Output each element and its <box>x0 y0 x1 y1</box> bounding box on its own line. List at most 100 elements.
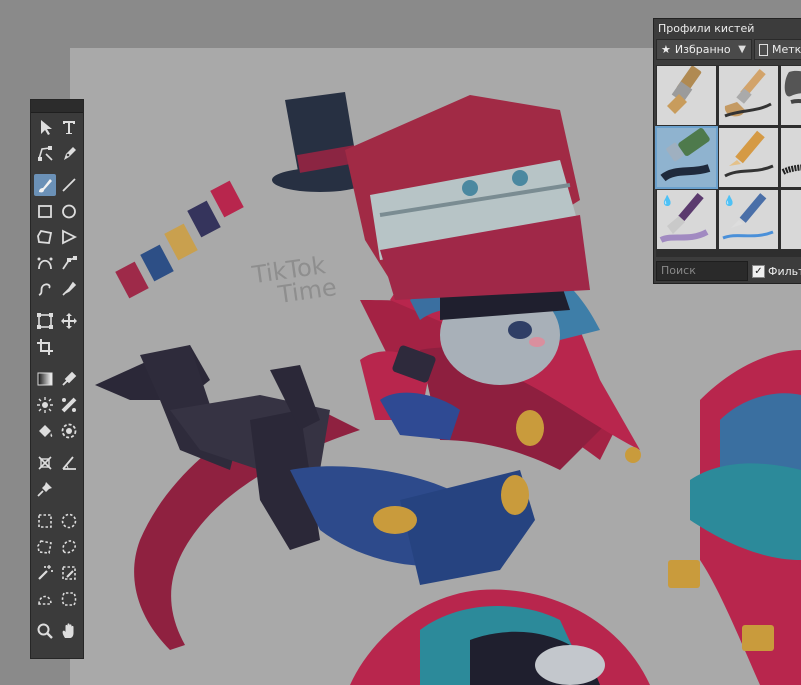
freehand-select-icon <box>62 540 76 554</box>
pen-tool[interactable] <box>58 142 80 164</box>
pan-move-tool[interactable] <box>58 310 80 332</box>
brush-preset-9[interactable]: 💧 <box>781 190 801 249</box>
search-input[interactable]: Поиск <box>656 261 748 281</box>
bezier-select-tool[interactable] <box>34 588 56 610</box>
zoom-icon <box>37 623 53 639</box>
colorize-icon <box>61 397 77 413</box>
magnetic-select-icon <box>61 592 77 606</box>
hand-icon <box>62 623 74 638</box>
polygon-select-tool[interactable] <box>34 536 56 558</box>
bezier-icon <box>37 257 53 270</box>
tags-label: Метк <box>772 43 801 56</box>
palette-swatch <box>164 223 198 261</box>
reference-images-tool[interactable] <box>34 478 56 500</box>
ink-pen-icon: 💧 <box>722 193 774 240</box>
freehand-select-tool[interactable] <box>58 536 80 558</box>
palette-swatch <box>210 180 244 218</box>
hand-tool[interactable] <box>58 620 80 642</box>
tags-dropdown[interactable]: Метк <box>754 39 801 60</box>
panel-title: Профили кистей <box>658 22 755 35</box>
gradient-tool[interactable] <box>34 368 56 390</box>
ellipse-select-tool[interactable] <box>58 510 80 532</box>
toolbox-grip[interactable] <box>31 100 83 113</box>
brush-preset-5[interactable] <box>719 128 778 187</box>
tag-icon <box>759 43 768 56</box>
secondary-character-drawing <box>668 350 801 685</box>
measure-tool[interactable] <box>58 452 80 474</box>
crop-icon <box>37 339 53 355</box>
brush-preset-1[interactable] <box>657 66 716 125</box>
enclose-fill-tool[interactable] <box>58 420 80 442</box>
paint-bucket-icon <box>39 425 53 437</box>
text-icon <box>63 121 75 134</box>
color-palette <box>115 180 244 299</box>
crop-tool[interactable] <box>34 336 56 358</box>
fill-tool[interactable] <box>34 420 56 442</box>
smart-patch-tool[interactable] <box>34 394 56 416</box>
eraser-icon <box>660 128 711 182</box>
round-brush-icon <box>724 68 772 118</box>
freehand-path-tool[interactable] <box>34 278 56 300</box>
brush-preset-8[interactable]: 💧 <box>719 190 778 249</box>
line-icon <box>62 178 76 192</box>
polyline-tool[interactable] <box>58 226 80 248</box>
brush-preset-7[interactable]: 💧 <box>657 190 716 249</box>
pen-nib-icon <box>64 147 76 160</box>
eyedropper-icon <box>62 371 77 386</box>
polyline-icon <box>62 229 78 245</box>
smudge-icon <box>784 70 801 104</box>
wet-brush-icon: 💧 <box>781 190 801 249</box>
filter-label: Фильт <box>768 264 801 278</box>
character-drawing <box>95 92 641 650</box>
rectangle-tool[interactable] <box>34 200 56 222</box>
brush-preset-2[interactable] <box>719 66 778 125</box>
freehand-path-icon <box>38 283 51 296</box>
flat-brush-icon <box>667 66 702 114</box>
palette-swatch <box>140 244 174 282</box>
charcoal-icon <box>781 164 801 175</box>
brush-preset-grid: 💧 💧 💧 <box>655 65 801 257</box>
path-tool[interactable] <box>58 252 80 274</box>
zoom-tool[interactable] <box>34 620 56 642</box>
favorites-dropdown[interactable]: ★ Избранно ▼ <box>656 39 752 60</box>
enclose-fill-icon <box>61 423 77 439</box>
dynamic-brush-tool[interactable] <box>58 278 80 300</box>
line-tool[interactable] <box>58 174 80 196</box>
polygon-tool[interactable] <box>34 226 56 248</box>
polygon-icon <box>37 229 53 244</box>
transform-icon <box>37 313 53 329</box>
ellipse-tool[interactable] <box>58 200 80 222</box>
similar-select-icon <box>62 566 76 580</box>
transform-tool[interactable] <box>34 310 56 332</box>
bezier-tool[interactable] <box>34 252 56 274</box>
brush-presets-panel: Профили кистей ★ Избранно ▼ Метк 💧 💧 💧 Пои… <box>653 18 801 284</box>
bezier-select-icon <box>38 595 52 605</box>
text-tool[interactable] <box>58 116 80 138</box>
arrow-cursor-icon <box>41 120 52 135</box>
brush-preset-3[interactable] <box>781 66 801 125</box>
rectangle-icon <box>38 205 52 218</box>
magic-wand-tool[interactable] <box>34 562 56 584</box>
colorize-tool[interactable] <box>58 394 80 416</box>
rect-select-tool[interactable] <box>34 510 56 532</box>
favorites-label: Избранно <box>674 43 731 56</box>
assistant-tool[interactable] <box>34 452 56 474</box>
filter-checkbox[interactable]: ✓ Фильт <box>752 261 801 281</box>
palette-swatch <box>187 200 221 238</box>
star-icon: ★ <box>661 43 671 56</box>
magnetic-select-tool[interactable] <box>58 588 80 610</box>
brush-preset-6[interactable] <box>781 128 801 187</box>
palette-swatch <box>115 261 149 299</box>
ellipse-icon <box>62 204 76 219</box>
similar-select-tool[interactable] <box>58 562 80 584</box>
chevron-down-icon: ▼ <box>738 44 746 55</box>
move-tool[interactable] <box>34 116 56 138</box>
brush-preset-4[interactable] <box>655 126 718 189</box>
node-edit-tool[interactable] <box>34 142 56 164</box>
brush-icon <box>39 179 52 193</box>
rect-select-icon <box>38 514 52 528</box>
pin-icon <box>37 482 52 497</box>
app-window: TikTok Time Профили кистей ★ Избранно ▼ … <box>0 0 801 685</box>
eyedropper-tool[interactable] <box>58 368 80 390</box>
brush-tool[interactable] <box>34 174 56 196</box>
